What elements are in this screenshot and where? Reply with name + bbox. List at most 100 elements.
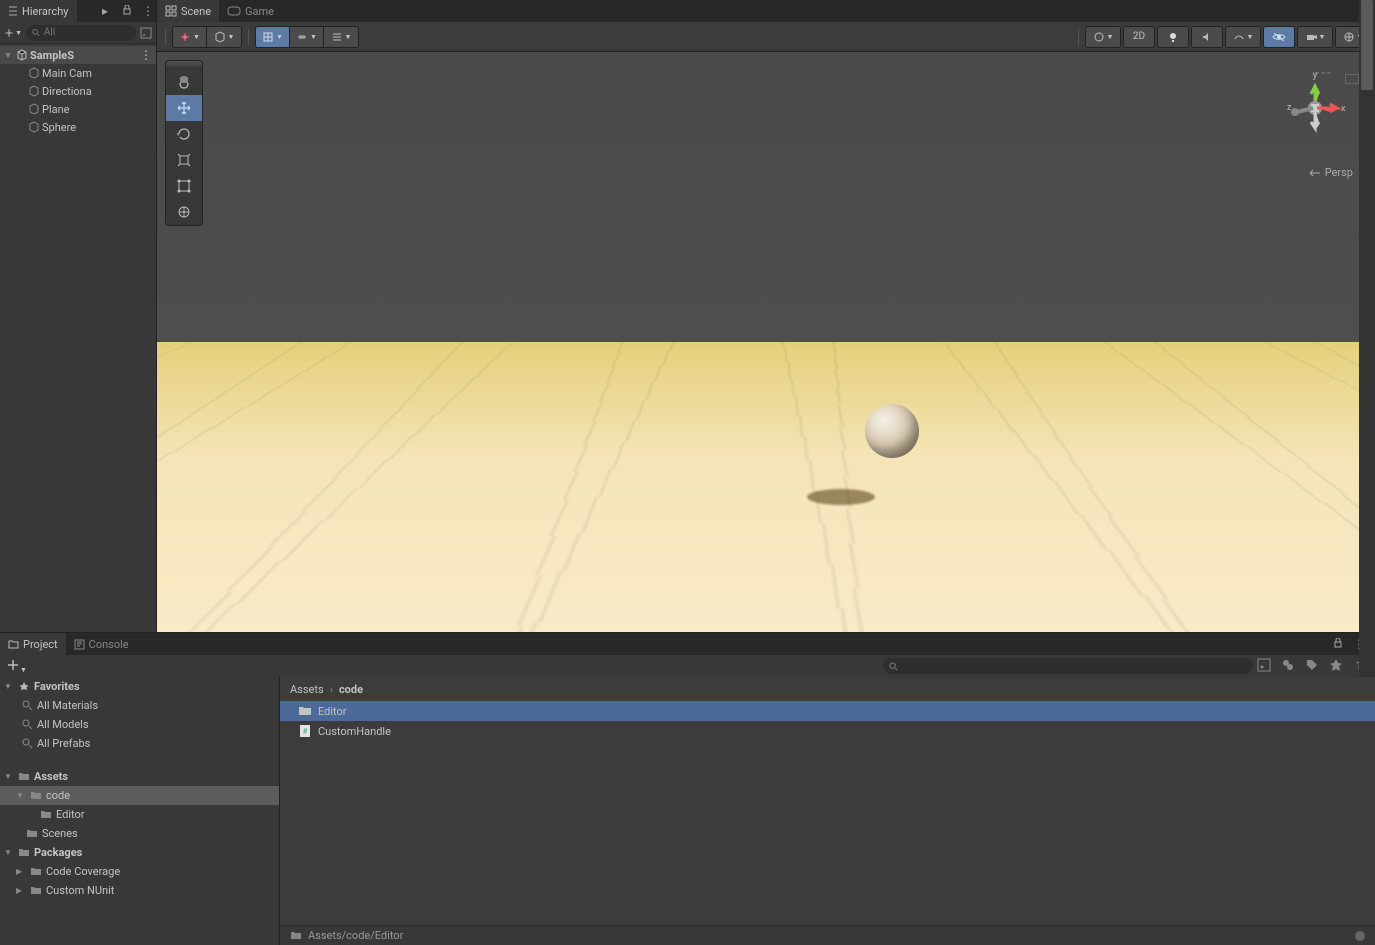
hierarchy-tree: ▼ SampleS ⋮ Main Cam Directiona Plane Sp… bbox=[0, 44, 156, 632]
folder-icon bbox=[290, 930, 302, 941]
gameobject-icon bbox=[28, 67, 40, 79]
scenes-folder[interactable]: Scenes bbox=[0, 824, 279, 843]
filter-by-label-icon[interactable] bbox=[1305, 658, 1321, 674]
code-folder[interactable]: ▼code bbox=[0, 786, 279, 805]
lock-icon[interactable] bbox=[1333, 637, 1347, 651]
project-search-input[interactable] bbox=[902, 661, 1247, 672]
editor-folder[interactable]: Editor bbox=[0, 805, 279, 824]
tool-palette bbox=[165, 60, 203, 226]
favorites-header[interactable]: ▼Favorites bbox=[0, 677, 279, 696]
move-tool-button[interactable] bbox=[166, 95, 202, 121]
add-object-button[interactable]: ▼ bbox=[4, 25, 22, 41]
project-tree: ▼Favorites All Materials All Models All … bbox=[0, 677, 280, 945]
hierarchy-item[interactable]: Main Cam bbox=[0, 64, 156, 82]
project-content: Assets › code Editor # CustomHandle Asse… bbox=[280, 677, 1375, 945]
grid-snap-button[interactable]: ▼ bbox=[256, 27, 290, 47]
search-icon bbox=[22, 719, 33, 730]
file-list: Editor # CustomHandle bbox=[280, 701, 1375, 925]
folder-icon bbox=[18, 847, 30, 858]
snap-settings-button[interactable]: ▼ bbox=[324, 27, 358, 47]
breadcrumb: Assets › code bbox=[280, 677, 1375, 701]
chevron-right-icon: › bbox=[330, 683, 333, 696]
scale-tool-button[interactable] bbox=[166, 147, 202, 173]
game-view-icon bbox=[227, 6, 241, 16]
footer-path: Assets/code/Editor bbox=[308, 929, 403, 942]
console-tab-label: Console bbox=[89, 638, 129, 651]
scene-toolbar: ▼ ▼ ▼ ▼ ▼ ▼ 2D ▼ ▼ ▼ bbox=[157, 22, 1375, 52]
script-item[interactable]: # CustomHandle bbox=[280, 721, 1375, 741]
fx-toggle-button[interactable]: ▼ bbox=[1226, 27, 1260, 47]
scene-menu-icon[interactable]: ⋮ bbox=[140, 48, 152, 62]
save-search-icon[interactable] bbox=[1329, 658, 1345, 674]
package-item[interactable]: ▶Code Coverage bbox=[0, 862, 279, 881]
hierarchy-tab[interactable]: Hierarchy bbox=[0, 0, 77, 22]
sphere-object[interactable] bbox=[865, 404, 919, 458]
favorite-item[interactable]: All Prefabs bbox=[0, 734, 279, 753]
create-asset-button[interactable]: ▼ bbox=[6, 658, 27, 675]
project-tab-label: Project bbox=[23, 638, 58, 651]
search-icon bbox=[32, 28, 40, 37]
2d-toggle-button[interactable]: 2D bbox=[1124, 27, 1154, 47]
gizmo-z-label: z bbox=[1287, 103, 1292, 113]
popout-icon[interactable]: ▸ bbox=[102, 4, 116, 18]
folder-item[interactable]: Editor bbox=[280, 701, 1375, 721]
package-item[interactable]: ▶Custom NUnit bbox=[0, 881, 279, 900]
hierarchy-tab-label: Hierarchy bbox=[22, 5, 69, 18]
transform-tool-button[interactable] bbox=[166, 199, 202, 225]
project-footer: Assets/code/Editor bbox=[280, 925, 1375, 945]
gameobject-icon bbox=[28, 85, 40, 97]
rotate-tool-button[interactable] bbox=[166, 121, 202, 147]
hierarchy-item[interactable]: Plane bbox=[0, 100, 156, 118]
packages-folder[interactable]: ▼Packages bbox=[0, 843, 279, 862]
hand-tool-button[interactable] bbox=[166, 69, 202, 95]
scene-view-icon bbox=[165, 5, 177, 17]
lock-icon[interactable] bbox=[122, 4, 136, 18]
scene-viewport[interactable]: y x z Persp bbox=[157, 52, 1375, 632]
game-tab-label: Game bbox=[245, 5, 274, 18]
camera-settings-button[interactable]: ▼ bbox=[1298, 27, 1332, 47]
draw-mode-button[interactable]: ▼ bbox=[1086, 27, 1120, 47]
lighting-toggle-button[interactable] bbox=[1158, 27, 1188, 47]
audio-toggle-button[interactable] bbox=[1192, 27, 1222, 47]
palette-drag-handle[interactable] bbox=[166, 61, 202, 69]
search-mode-icon[interactable] bbox=[1257, 658, 1273, 674]
gameobject-icon bbox=[28, 103, 40, 115]
game-tab[interactable]: Game bbox=[219, 0, 282, 22]
hierarchy-icon bbox=[8, 6, 18, 16]
hierarchy-item[interactable]: Directiona bbox=[0, 82, 156, 100]
filter-by-type-icon[interactable] bbox=[1281, 658, 1297, 674]
orientation-gizmo[interactable]: y x z bbox=[1275, 68, 1355, 148]
svg-text:#: # bbox=[303, 727, 308, 736]
scene-root[interactable]: ▼ SampleS ⋮ bbox=[0, 46, 156, 64]
pivot-mode-button[interactable]: ▼ bbox=[173, 27, 207, 47]
folder-icon bbox=[30, 885, 42, 896]
snap-increment-button[interactable]: ▼ bbox=[290, 27, 324, 47]
projection-toggle[interactable]: Persp bbox=[1309, 166, 1353, 179]
scene-tab[interactable]: Scene bbox=[157, 0, 219, 22]
search-icon bbox=[22, 738, 33, 749]
kebab-icon[interactable]: ⋮ bbox=[142, 4, 156, 18]
favorite-item[interactable]: All Materials bbox=[0, 696, 279, 715]
gizmo-y-label: y bbox=[1313, 70, 1318, 81]
project-tab[interactable]: Project bbox=[0, 633, 66, 655]
project-icon bbox=[8, 639, 19, 650]
folder-icon bbox=[40, 809, 52, 820]
favorite-item[interactable]: All Models bbox=[0, 715, 279, 734]
rotation-mode-button[interactable]: ▼ bbox=[207, 27, 241, 47]
assets-folder[interactable]: ▼Assets bbox=[0, 767, 279, 786]
breadcrumb-item[interactable]: Assets bbox=[290, 683, 324, 696]
hierarchy-search-input[interactable] bbox=[44, 27, 130, 38]
folder-icon bbox=[30, 866, 42, 877]
project-search[interactable] bbox=[883, 658, 1253, 674]
project-toolbar: ▼ 15 bbox=[0, 655, 1375, 677]
visibility-toggle-button[interactable] bbox=[1264, 27, 1294, 47]
console-tab[interactable]: Console bbox=[66, 633, 137, 655]
csharp-script-icon: # bbox=[298, 724, 312, 738]
hierarchy-panel: Hierarchy ▸ ⋮ ▼ ▼ SampleS ⋮ Main Cam Dir… bbox=[0, 0, 157, 632]
search-options-icon[interactable] bbox=[140, 27, 152, 39]
hierarchy-item[interactable]: Sphere bbox=[0, 118, 156, 136]
gameobject-icon bbox=[28, 121, 40, 133]
status-dot-icon bbox=[1355, 931, 1365, 941]
hierarchy-search[interactable] bbox=[26, 25, 136, 41]
rect-tool-button[interactable] bbox=[166, 173, 202, 199]
